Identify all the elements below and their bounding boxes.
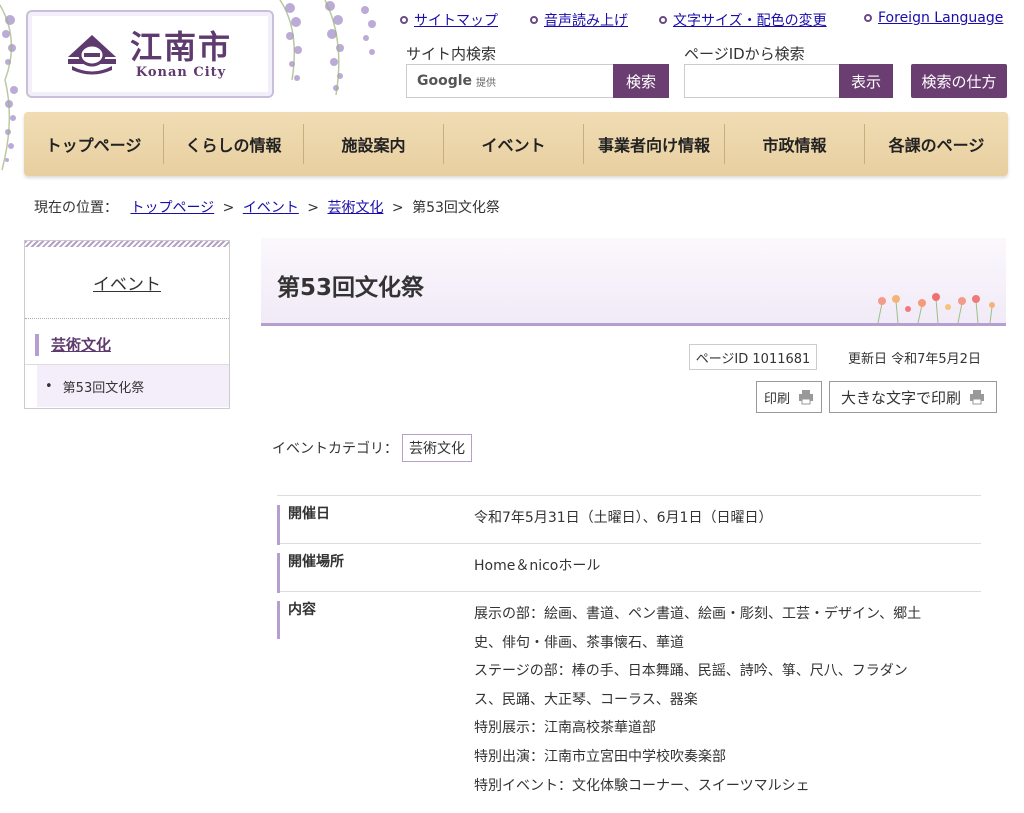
sidebar-title-link[interactable]: イベント [25, 247, 229, 319]
nav-events[interactable]: イベント [444, 124, 584, 164]
row-value: Home＆nicoホール [474, 558, 601, 574]
bullet-circle-icon [530, 16, 538, 24]
sidebar-category-label: 芸術文化 [51, 336, 112, 354]
breadcrumb-link-top[interactable]: トップページ [130, 200, 214, 216]
city-emblem-icon [68, 35, 116, 75]
sidebar: イベント 芸術文化 • 第53回文化祭 [24, 240, 230, 409]
sidebar-item-label: 第53回文化祭 [62, 380, 145, 396]
row-value-line: 特別イベント：文化体験コーナー、スイーツマルシェ [474, 777, 810, 794]
event-category: イベントカテゴリ： 芸術文化 [272, 434, 472, 462]
updated-date: 更新日 令和7年5月2日 [848, 352, 981, 367]
print-button[interactable]: 印刷 [756, 381, 822, 413]
breadcrumb-separator: > [222, 200, 235, 216]
table-row: 開催日 令和7年5月31日（土曜日）、6月1日（日曜日） [277, 495, 981, 545]
sitemap-link[interactable]: サイトマップ [400, 10, 498, 30]
breadcrumb: 現在の位置： トップページ > イベント > 芸術文化 > 第53回文化祭 [34, 197, 500, 217]
row-label: 内容 [277, 601, 466, 639]
row-value-line: 特別出演：江南市立宮田中学校吹奏楽部 [474, 748, 726, 765]
page-id-search-label: ページIDから検索 [684, 45, 805, 63]
nav-business-info[interactable]: 事業者向け情報 [584, 124, 725, 164]
bullet-circle-icon [400, 16, 408, 24]
site-search-label: サイト内検索 [406, 45, 497, 63]
site-search-input[interactable]: Google 提供 [406, 64, 614, 98]
row-label: 開催場所 [277, 553, 466, 593]
bullet-circle-icon [659, 16, 667, 24]
breadcrumb-link-events[interactable]: イベント [243, 200, 299, 216]
page-title: 第53回文化祭 [277, 275, 425, 301]
foreign-language-link[interactable]: Foreign Language [864, 10, 1003, 26]
row-value-line: ス、民踊、大正琴、コーラス、器楽 [474, 691, 698, 708]
nav-departments[interactable]: 各課のページ [865, 124, 1008, 164]
google-provided-label: 提供 [476, 77, 497, 89]
row-value-line: ステージの部：棒の手、日本舞踊、民謡、詩吟、箏、尺八、フラダン [474, 663, 908, 680]
google-brand: Google [417, 73, 473, 89]
nav-city-government[interactable]: 市政情報 [725, 124, 865, 164]
row-value-line: 特別展示：江南高校茶華道部 [474, 720, 656, 737]
table-row: 開催場所 Home＆nicoホール [277, 543, 981, 593]
row-value: 令和7年5月31日（土曜日）、6月1日（日曜日） [474, 510, 773, 526]
site-logo[interactable]: 江南市 Konan City [26, 10, 274, 98]
page-title-box: 第53回文化祭 [261, 238, 1006, 326]
sidebar-category[interactable]: 芸術文化 [25, 319, 229, 365]
table-row: 内容 展示の部：絵画、書道、ペン書道、絵画・彫刻、工芸・デザイン、郷土 史、俳句… [277, 591, 981, 801]
row-value-line: 展示の部：絵画、書道、ペン書道、絵画・彫刻、工芸・デザイン、郷土 [474, 606, 922, 622]
breadcrumb-current: 第53回文化祭 [412, 200, 500, 216]
breadcrumb-separator: > [307, 200, 320, 216]
row-value-line: 史、俳句・俳画、茶事懐石、華道 [474, 634, 684, 651]
site-header: 江南市 Konan City サイトマップ 音声読み上げ 文字サイズ・配色の変更… [0, 0, 1024, 171]
printer-icon [970, 390, 984, 405]
nav-top-page[interactable]: トップページ [24, 124, 164, 164]
font-size-color-link[interactable]: 文字サイズ・配色の変更 [659, 10, 827, 30]
bullet-icon: • [45, 378, 53, 394]
printer-icon [799, 390, 813, 405]
row-label: 開催日 [277, 505, 466, 545]
category-marker [35, 333, 39, 356]
nav-facilities[interactable]: 施設案内 [304, 124, 444, 164]
site-search-button[interactable]: 検索 [613, 64, 669, 98]
logo-english-name: Konan City [135, 64, 227, 80]
event-info-table: 開催日 令和7年5月31日（土曜日）、6月1日（日曜日） 開催場所 Home＆n… [277, 495, 981, 801]
breadcrumb-link-arts[interactable]: 芸術文化 [327, 200, 383, 216]
flowers-decoration [877, 293, 995, 323]
sidebar-item-current[interactable]: • 第53回文化祭 [37, 365, 229, 407]
bullet-circle-icon [864, 14, 872, 22]
text-to-speech-link[interactable]: 音声読み上げ [530, 10, 628, 30]
logo-japanese-name: 江南市 [130, 27, 233, 66]
page-id-badge: ページID 1011681 [689, 344, 817, 370]
global-nav: トップページ くらしの情報 施設案内 イベント 事業者向け情報 市政情報 各課の… [24, 112, 1008, 176]
event-category-tag[interactable]: 芸術文化 [402, 434, 472, 462]
large-print-button[interactable]: 大きな文字で印刷 [829, 381, 997, 413]
page-id-input[interactable] [684, 64, 840, 98]
breadcrumb-prefix: 現在の位置： [34, 200, 118, 216]
breadcrumb-separator: > [391, 200, 404, 216]
page-id-display-button[interactable]: 表示 [839, 64, 893, 98]
search-help-button[interactable]: 検索の仕方 [911, 64, 1007, 98]
event-category-label: イベントカテゴリ： [272, 441, 398, 457]
nav-living-info[interactable]: くらしの情報 [164, 124, 304, 164]
